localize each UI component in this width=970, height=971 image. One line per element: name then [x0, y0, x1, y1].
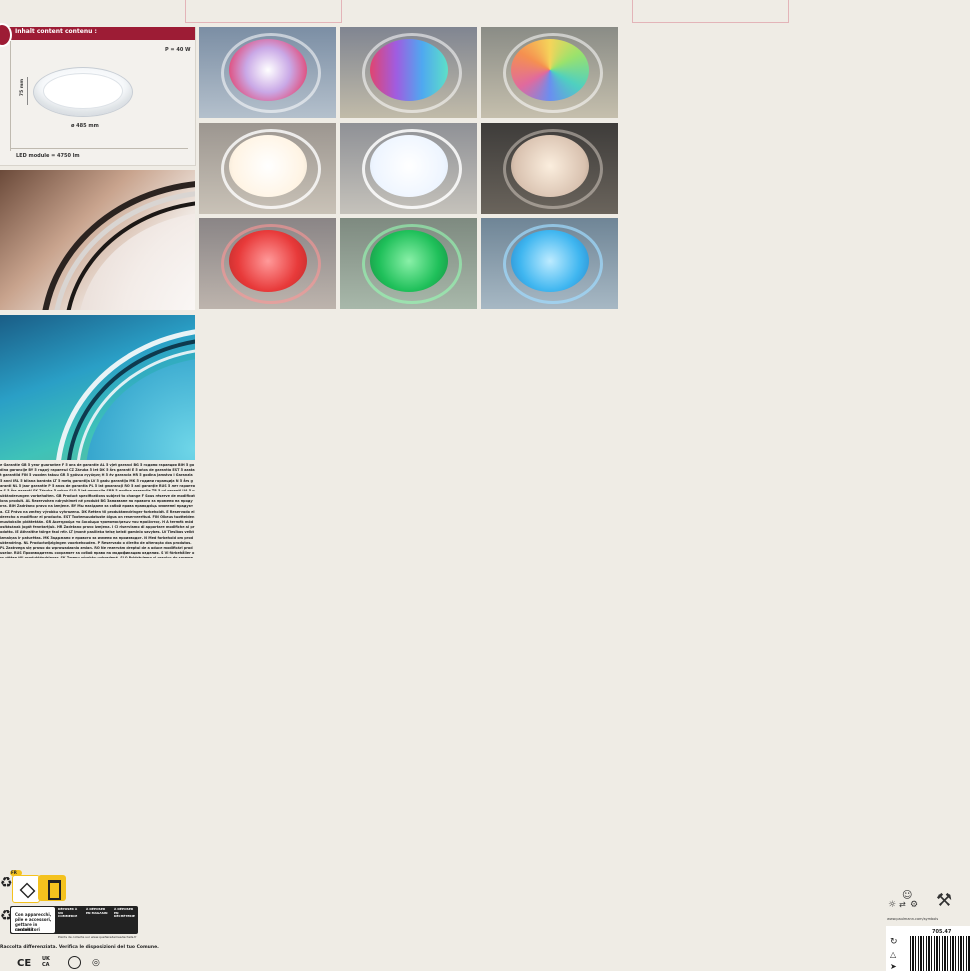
clock-icon — [68, 956, 81, 969]
ukca-mark: UK CA — [42, 956, 50, 968]
spec-height: 75 mm — [20, 78, 26, 97]
article-number: 705.47 — [932, 929, 952, 935]
recycle-col-1: DÉPOSER À UN COMMERCE — [58, 907, 78, 919]
spec-header: Inhalt content contenu : — [0, 27, 195, 40]
spec-diameter: ø 485 mm — [71, 123, 99, 129]
lamp-drawing — [33, 67, 133, 117]
height-dimension-line — [27, 77, 28, 105]
website-text: www.paulmann.com/symbols — [887, 917, 939, 921]
sun-icon: ☼ — [888, 900, 897, 910]
card-divider — [10, 148, 188, 149]
tool-icon: ⚒ — [936, 890, 953, 911]
ce-mark: CE — [17, 958, 32, 969]
lamp-thumb-4 — [199, 123, 336, 214]
spec-header-title: Inhalt content contenu : — [15, 28, 97, 35]
top-frame-left — [185, 0, 342, 23]
recycle-info-block: Con apparecchi, pile e accessori, gettar… — [10, 906, 138, 934]
product-changes-text: uktänderungen vorbehalten. GB Product sp… — [0, 494, 195, 558]
top-frame-right — [632, 0, 789, 23]
closeup-warm-image — [0, 170, 195, 310]
spec-card: Inhalt content contenu : P = 40 W 75 mm … — [0, 23, 196, 166]
recycle-footnote: Points de collecte sur www.quefairedemes… — [58, 935, 137, 939]
packaging-box-icon — [12, 875, 40, 903]
closeup-rainbow-image — [0, 315, 195, 460]
spec-power: P = 40 W — [165, 47, 191, 53]
refresh-icon: ↻ — [890, 937, 898, 947]
swap-icon: ⇄ — [899, 900, 906, 909]
lamp-thumb-6 — [481, 123, 618, 214]
recycle-icon: ♻ — [0, 875, 13, 891]
trash-bin-icon — [38, 875, 66, 901]
lamp-thumb-3 — [481, 27, 618, 118]
recycle-col-3: À DÉPOSER EN DÉCHÈTERIE — [114, 907, 135, 919]
symbol-cluster: ☺ ☼ ⇄ ⚙ ⚒ — [886, 890, 970, 920]
lamp-thumb-9 — [481, 218, 618, 309]
lamp-thumb-7 — [199, 218, 336, 309]
lamp-thumb-1 — [199, 27, 336, 118]
gear-icon: ⚙ — [910, 900, 919, 910]
lamp-symbol-icon: ◎ — [92, 958, 100, 968]
certification-marks: CE UK CA ◎ — [0, 956, 120, 971]
lamp-thumb-5 — [340, 123, 477, 214]
recycle-col-2: À DÉPOSER EN MAGASIN — [86, 907, 108, 915]
recycle-label-4: raccolta — [15, 927, 34, 932]
lamp-thumb-2 — [340, 27, 477, 118]
raccolta-text: Raccolta differenziata. Verifica le disp… — [0, 945, 159, 950]
card-left-rule — [10, 41, 11, 151]
spec-module: LED module = 4750 lm — [16, 153, 80, 159]
triangle-icon: △ — [890, 950, 897, 959]
warranty-text: e Garantie GB 5 year guarantee F 5 ans d… — [0, 463, 195, 491]
recycle-icon-2: ♻ — [0, 908, 13, 924]
arrow-icon: ➤ — [890, 962, 897, 971]
lamp-thumb-8 — [340, 218, 477, 309]
barcode — [910, 936, 970, 971]
